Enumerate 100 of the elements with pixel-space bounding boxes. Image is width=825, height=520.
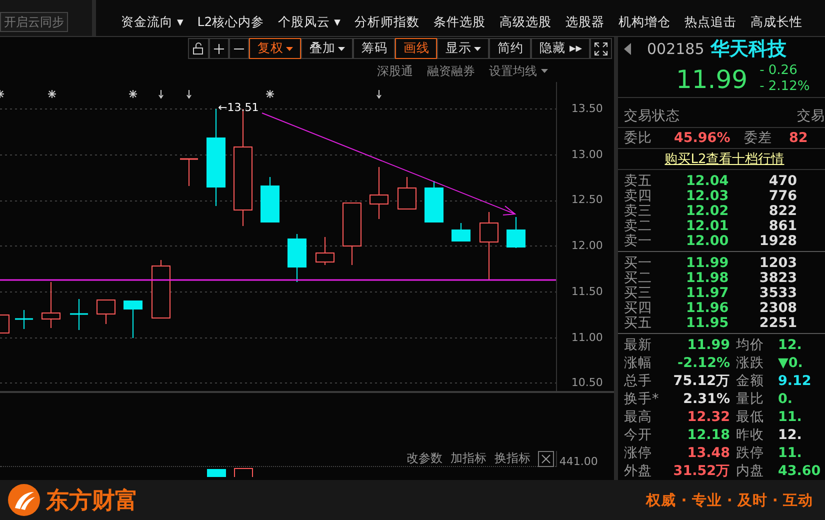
- order-volume: 1928: [758, 232, 797, 248]
- axis-label: 13.00: [571, 148, 603, 161]
- stat-value: -2.12%: [676, 355, 730, 371]
- stat-label: 均价: [735, 336, 765, 354]
- toolbar-button[interactable]: [209, 38, 230, 59]
- candlestick: [15, 310, 33, 330]
- stat-value: 11.: [777, 409, 803, 425]
- stat-label: 金额: [735, 372, 765, 390]
- stat-value: 13.48: [686, 445, 730, 461]
- order-level-label: 卖五: [624, 172, 653, 189]
- stat-value: 43.60: [777, 463, 822, 479]
- stat-label: 最低: [735, 408, 765, 426]
- order-volume: 1203: [758, 254, 797, 270]
- stat-value: 82: [789, 130, 808, 146]
- order-level-label: 卖三: [624, 202, 653, 219]
- arrow-marker-icon: [376, 90, 382, 99]
- l2-link[interactable]: 购买L2查看十档行情: [664, 150, 784, 168]
- menu-item[interactable]: 热点追击: [677, 14, 744, 31]
- candlestick: [506, 216, 526, 248]
- chart-link[interactable]: 深股通: [377, 62, 413, 80]
- toolbar-button[interactable]: [229, 38, 250, 59]
- back-arrow-icon[interactable]: [624, 43, 631, 55]
- stock-code: 002185: [647, 40, 704, 58]
- indicator-action[interactable]: 改参数: [406, 450, 442, 467]
- indicator-action[interactable]: 加指标: [450, 450, 486, 467]
- toolbar-button[interactable]: 复权: [249, 38, 302, 59]
- order-price: 12.02: [686, 202, 730, 218]
- star-marker-icon: [266, 90, 274, 98]
- menu-item[interactable]: 选股器: [558, 14, 612, 31]
- toolbar-button[interactable]: [188, 38, 210, 59]
- stat-label: 昨收: [735, 426, 765, 444]
- menu-item[interactable]: 资金流向 ▾: [114, 14, 190, 31]
- candlestick: [288, 234, 306, 282]
- status-label: 交易状态: [624, 106, 680, 125]
- star-marker-icon: [48, 90, 56, 98]
- candlestick: [370, 166, 388, 220]
- stat-label: 内盘: [735, 462, 765, 480]
- stat-label: 今开: [624, 426, 653, 444]
- stat-value: 11.99: [686, 337, 730, 353]
- toolbar-button[interactable]: 显示: [437, 38, 490, 59]
- indicator-action[interactable]: 换指标: [494, 450, 530, 467]
- order-price: 11.97: [686, 284, 730, 300]
- order-price: 12.03: [686, 188, 730, 204]
- stat-label: 量比: [735, 390, 765, 408]
- stat-label: 涨停: [624, 444, 653, 462]
- menu-item[interactable]: 分析师指数: [347, 14, 426, 31]
- candlestick: [152, 260, 170, 318]
- toolbar-button[interactable]: 简约: [489, 38, 532, 59]
- stat-value: 2.31%: [682, 391, 730, 407]
- close-button[interactable]: [538, 450, 554, 466]
- axis-label: 12.50: [571, 193, 603, 206]
- toolbar-button[interactable]: 隐藏 ▸▸: [531, 38, 590, 59]
- stat-value: 45.96%: [674, 130, 732, 146]
- order-price: 12.00: [686, 232, 730, 248]
- brand-name: 东方财富: [46, 486, 138, 516]
- candlestick: [452, 222, 470, 242]
- axis-label: 11.50: [571, 284, 603, 298]
- order-volume: 861: [768, 218, 797, 234]
- candlestick: [260, 176, 280, 222]
- menu-item[interactable]: 高级选股: [492, 14, 558, 31]
- stat-label: 跌停: [735, 444, 765, 462]
- axis-label: 13.50: [571, 102, 603, 115]
- menu-item[interactable]: 条件选股: [426, 14, 492, 31]
- candlestick: [424, 180, 444, 222]
- order-price: 12.04: [686, 172, 730, 188]
- menu-item[interactable]: 机构增仓: [611, 14, 678, 31]
- unlock-icon: [192, 42, 206, 55]
- candlestick: [342, 202, 362, 266]
- stat-value: ▼0.: [777, 355, 804, 371]
- candlestick: [96, 300, 116, 324]
- order-volume: 3533: [758, 284, 797, 300]
- toolbar-button[interactable]: [590, 38, 612, 59]
- axis-label: 10.50: [571, 376, 603, 390]
- toolbar-button[interactable]: 筹码: [353, 38, 396, 59]
- stat-label: 涨幅: [624, 354, 653, 372]
- star-marker-icon: [128, 90, 138, 98]
- arrow-marker-icon: [158, 90, 164, 99]
- order-volume: 822: [768, 202, 797, 218]
- stat-label: 最高: [624, 408, 653, 426]
- chart-link[interactable]: 设置均线: [489, 62, 548, 80]
- order-price: 11.99: [686, 254, 730, 270]
- candlestick: [398, 176, 416, 210]
- stat-value: 11.: [777, 445, 803, 461]
- slogan: 权威 · 专业 · 及时 · 互动: [646, 492, 813, 510]
- order-volume: 2251: [758, 314, 797, 330]
- stat-value: 31.52万: [672, 462, 730, 480]
- order-volume: 2308: [758, 300, 797, 316]
- candlestick: [180, 158, 198, 186]
- toolbar-button[interactable]: 画线: [395, 38, 438, 59]
- high-price-label: ←13.51: [218, 101, 259, 114]
- stat-value: 0.: [777, 391, 794, 407]
- menu-item[interactable]: L2核心内参: [190, 14, 272, 31]
- cloud-sync-button[interactable]: 开启云同步: [0, 12, 68, 32]
- menu-item[interactable]: 个股风云 ▾: [271, 14, 348, 31]
- toolbar-button[interactable]: 叠加: [301, 38, 354, 59]
- menu-item[interactable]: 高成长性: [743, 14, 810, 31]
- stat-label: 换手*: [624, 390, 660, 408]
- candlestick: [124, 300, 142, 338]
- stat-label: 涨跌: [735, 354, 765, 372]
- chart-link[interactable]: 融资融券: [427, 62, 475, 80]
